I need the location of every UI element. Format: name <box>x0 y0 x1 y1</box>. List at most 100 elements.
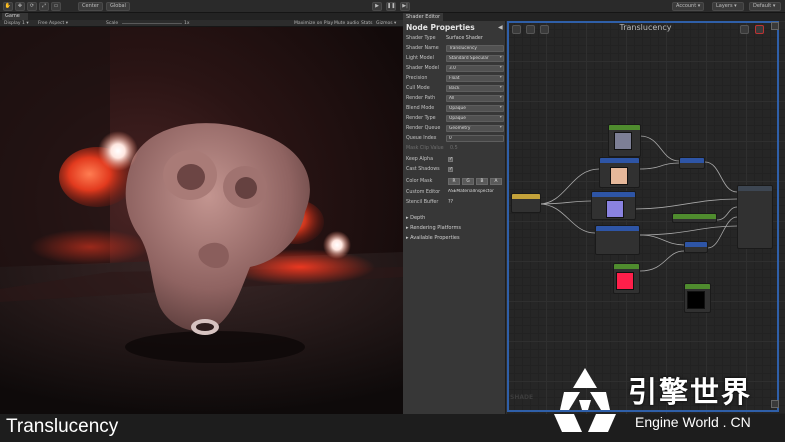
gizmos-dropdown[interactable]: Gizmos ▾ <box>376 20 396 27</box>
engine-world-logo-icon <box>554 368 616 432</box>
color-mask-g-button[interactable]: G <box>462 178 474 185</box>
game-viewport[interactable] <box>0 27 403 414</box>
shader-name-field[interactable]: Translucency <box>446 45 504 52</box>
panel-title: Node Properties <box>406 23 475 32</box>
maximize-on-play-toggle[interactable]: Maximize on Play <box>294 20 333 27</box>
rect-tool-icon[interactable]: ▭ <box>51 2 61 11</box>
scale-tool-icon[interactable]: ⤢ <box>39 2 49 11</box>
shader-model-dropdown[interactable]: 3.0 <box>446 65 504 72</box>
shader-editor-tab-label: Shader Editor <box>406 14 441 20</box>
layers-dropdown[interactable]: Layers ▾ <box>712 2 744 11</box>
node-header <box>512 194 540 199</box>
prop-value: Surface Shader <box>446 36 483 41</box>
space-label: Global <box>110 3 126 9</box>
blend-mode-dropdown[interactable]: Opaque <box>446 105 504 112</box>
prop-render-path: Render Path All <box>406 94 506 103</box>
display-label: Display 1 <box>4 21 25 26</box>
prop-keep-alpha: Keep Alpha ✓ <box>406 155 506 164</box>
render-path-dropdown[interactable]: All <box>446 95 504 102</box>
prop-label: Shader Name <box>406 46 439 51</box>
layout-dropdown[interactable]: Default ▾ <box>749 2 781 11</box>
color-mask-b-button[interactable]: B <box>476 178 488 185</box>
play-button[interactable]: ▶ <box>372 2 382 11</box>
prop-cull-mode: Cull Mode Back <box>406 84 506 93</box>
keep-alpha-label: Keep Alpha <box>406 157 434 162</box>
section-available-properties[interactable]: ▸ Available Properties <box>406 235 460 241</box>
precision-dropdown[interactable]: Float <box>446 75 504 82</box>
queue-index-field[interactable]: 0 <box>446 135 504 142</box>
account-label: Account <box>676 3 697 9</box>
prop-render-queue: Render Queue Geometry <box>406 124 506 133</box>
stencil-buffer-value[interactable]: ?? <box>448 198 453 207</box>
node-black-color[interactable] <box>684 283 711 313</box>
node-header <box>685 284 710 289</box>
section-depth[interactable]: ▸ Depth <box>406 215 425 221</box>
node-float-value[interactable] <box>672 213 717 223</box>
light-bulb-left <box>98 131 138 171</box>
layers-label: Layers <box>716 3 733 9</box>
step-button[interactable]: ▶| <box>400 2 410 11</box>
node-graph-canvas[interactable]: Translucency SHADE <box>506 21 785 414</box>
prop-stencil-buffer: Stencil Buffer ?? <box>406 198 506 207</box>
pause-button[interactable]: ❚❚ <box>386 2 396 11</box>
maximize-label: Maximize on Play <box>294 21 334 26</box>
color-mask-r-button[interactable]: R <box>448 178 460 185</box>
prop-label: Shader Model <box>406 66 439 71</box>
brand-chinese: 引擎世界 <box>628 375 753 409</box>
prop-shader-name: Shader Name Translucency <box>406 44 506 53</box>
brand-english: Engine World . CN <box>635 414 751 430</box>
canvas-watermark: SHADE <box>510 394 534 401</box>
node-input[interactable] <box>511 193 541 213</box>
hand-tool-icon[interactable]: ✋ <box>3 2 13 11</box>
pivot-toggle-button[interactable]: Center <box>78 2 103 11</box>
prop-render-type: Render Type Opaque <box>406 114 506 123</box>
collapse-panel-icon[interactable]: ◀ <box>498 24 503 31</box>
render-queue-dropdown[interactable]: Geometry <box>446 125 504 132</box>
prop-custom-editor: Custom Editor ASEMaterialInspector <box>406 188 506 197</box>
texture-preview <box>614 132 632 150</box>
aspect-dropdown[interactable]: Free Aspect ▾ <box>38 20 68 27</box>
space-toggle-button[interactable]: Global <box>106 2 130 11</box>
section-rendering-platforms[interactable]: ▸ Rendering Platforms <box>406 225 461 231</box>
aspect-label: Free Aspect <box>38 21 65 26</box>
layout-label: Default <box>753 3 772 9</box>
node-normal-map[interactable] <box>591 191 636 220</box>
node-multiply-a[interactable] <box>679 157 705 169</box>
prop-cast-shadows: Cast Shadows ✓ <box>406 165 506 174</box>
color-mask-a-button[interactable]: A <box>490 178 502 185</box>
tab-shader-editor[interactable]: Shader Editor <box>403 13 443 21</box>
prop-label: Light Model <box>406 56 434 61</box>
node-color-dark[interactable] <box>595 225 640 255</box>
prop-label: Blend Mode <box>406 106 435 111</box>
mute-audio-toggle[interactable]: Mute audio <box>334 20 359 27</box>
minimap-toggle-icon[interactable] <box>771 400 779 408</box>
scale-slider[interactable] <box>122 23 182 24</box>
node-multiply-b[interactable] <box>684 241 708 253</box>
rotate-tool-icon[interactable]: ⟳ <box>27 2 37 11</box>
account-dropdown[interactable]: Account ▾ <box>672 2 704 11</box>
video-caption: Translucency <box>6 416 119 437</box>
node-translucency-color[interactable] <box>613 263 640 294</box>
display-dropdown[interactable]: Display 1 ▾ <box>4 20 29 27</box>
cull-mode-dropdown[interactable]: Back <box>446 85 504 92</box>
render-type-dropdown[interactable]: Opaque <box>446 115 504 122</box>
node-texture-sample-a[interactable] <box>608 124 641 157</box>
node-master-output[interactable] <box>737 185 773 249</box>
cast-shadows-checkbox[interactable]: ✓ <box>448 167 453 172</box>
move-tool-icon[interactable]: ✥ <box>15 2 25 11</box>
prop-label: Precision <box>406 76 428 81</box>
tab-game[interactable]: Game <box>2 13 28 20</box>
custom-editor-label: Custom Editor <box>406 190 441 195</box>
stats-toggle[interactable]: Stats <box>361 20 373 27</box>
light-model-dropdown[interactable]: Standard Specular <box>446 55 504 62</box>
keep-alpha-checkbox[interactable]: ✓ <box>448 157 453 162</box>
node-albedo-color[interactable] <box>599 157 640 188</box>
shader-editor-tab-bar: Shader Editor <box>403 13 785 21</box>
palette-toggle-icon[interactable] <box>771 22 779 30</box>
node-header <box>685 242 707 247</box>
node-header <box>738 186 772 191</box>
stencil-buffer-label: Stencil Buffer <box>406 200 439 205</box>
node-header <box>600 158 639 163</box>
custom-editor-field[interactable]: ASEMaterialInspector <box>446 189 504 196</box>
prop-shader-type: Shader Type Surface Shader <box>406 34 506 43</box>
